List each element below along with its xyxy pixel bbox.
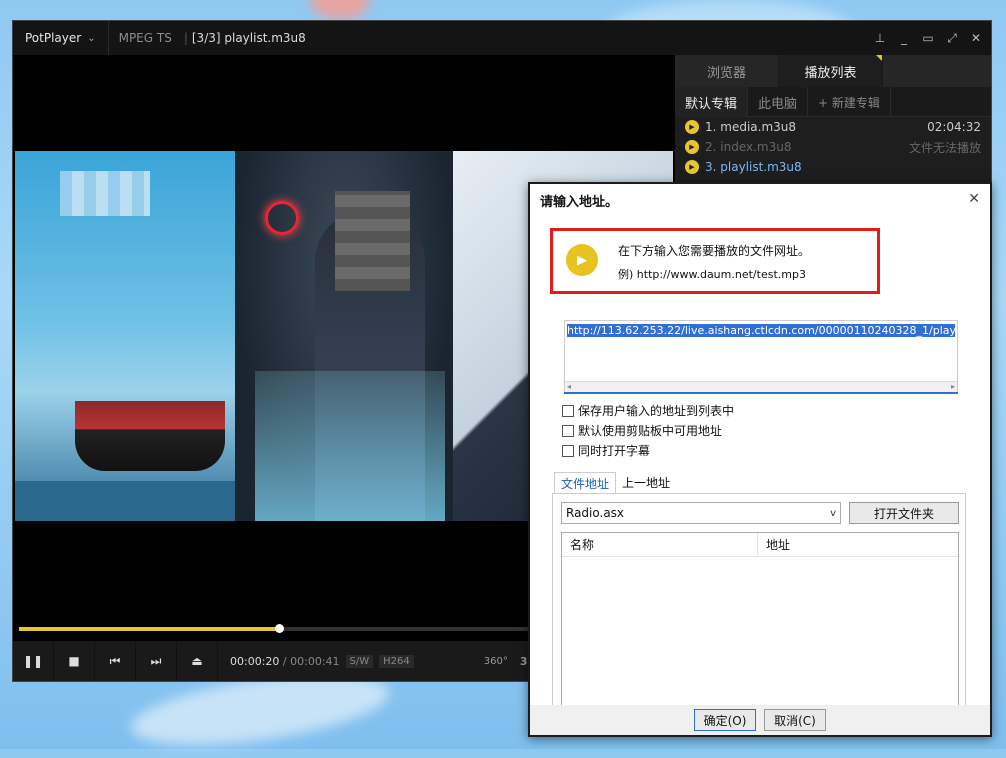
stop-icon: ■ <box>68 654 80 668</box>
fullscreen-icon[interactable]: ⤢ <box>945 31 959 46</box>
window-title: [3/3] playlist.m3u8 <box>191 31 306 45</box>
column-address[interactable]: 地址 <box>758 533 798 556</box>
checkbox-label: 保存用户输入的地址到列表中 <box>578 404 735 418</box>
url-input[interactable]: http://113.62.253.22/live.aishang.ctlcdn… <box>564 320 958 394</box>
album-tabs: 默认专辑 此电脑 + 新建专辑 <box>675 87 991 117</box>
playlist-item[interactable]: ▶ 2. index.m3u8 文件无法播放 <box>675 137 991 157</box>
time-current: 00:00:20 <box>230 654 280 668</box>
cargo-ship <box>75 401 225 471</box>
decoder-badge[interactable]: S/W <box>345 654 374 668</box>
codec-badge[interactable]: H264 <box>379 654 414 668</box>
list-header: 名称 地址 <box>562 533 958 557</box>
window-controls: ⊥ _ ▭ ⤢ ✕ <box>873 21 983 55</box>
playlist-item-name: 2. index.m3u8 <box>705 140 792 154</box>
seek-bar[interactable] <box>19 624 539 633</box>
title-separator: | <box>183 31 188 45</box>
vr-360-button[interactable]: 360° <box>484 656 508 667</box>
chevron-down-icon: ⌄ <box>87 32 96 44</box>
video-scene-port <box>15 151 235 521</box>
tab-playlist[interactable]: 播放列表 <box>779 55 883 87</box>
select-value: Radio.asx <box>566 506 625 520</box>
water <box>15 481 235 521</box>
red-logo-icon <box>265 201 299 235</box>
time-total: 00:00:41 <box>290 654 340 668</box>
minimize-icon[interactable]: _ <box>897 31 911 45</box>
close-icon[interactable]: ✕ <box>969 31 983 45</box>
skip-back-icon: ⏮ <box>109 653 121 668</box>
seek-handle[interactable] <box>275 624 284 633</box>
playlist-item-name: 1. media.m3u8 <box>705 120 797 134</box>
cancel-button[interactable]: 取消(C) <box>764 709 826 731</box>
hint-example: 例) http://www.daum.net/test.mp3 <box>618 268 806 281</box>
play-icon: ▶ <box>685 160 699 174</box>
stop-button[interactable]: ■ <box>54 641 95 681</box>
pause-icon: ❚❚ <box>22 654 44 668</box>
play-icon: ▶ <box>566 244 598 276</box>
tab-default-album[interactable]: 默认专辑 <box>675 87 749 117</box>
open-folder-button[interactable]: 打开文件夹 <box>849 502 959 524</box>
checkbox-box[interactable] <box>562 404 574 417</box>
save-to-list-checkbox[interactable]: 保存用户输入的地址到列表中 <box>562 402 734 419</box>
brand-label: PotPlayer <box>25 31 82 45</box>
checkbox-label: 同时打开字幕 <box>578 444 651 458</box>
tab-browser[interactable]: 浏览器 <box>675 55 779 87</box>
format-label: MPEG TS <box>118 31 172 45</box>
close-icon[interactable]: ✕ <box>968 191 980 207</box>
chevron-down-icon[interactable]: v <box>830 508 836 519</box>
previous-button[interactable]: ⏮ <box>95 641 136 681</box>
ok-button[interactable]: 确定(O) <box>694 709 756 731</box>
open-url-dialog: 请输入地址。 ✕ ▶ 在下方输入您需要播放的文件网址。 例) http://ww… <box>528 182 992 737</box>
tab-previous-address[interactable]: 上一地址 <box>616 472 676 495</box>
open-button[interactable]: ⏏ <box>177 641 218 681</box>
title-bar: PotPlayer ⌄ MPEG TS | [3/3] playlist.m3u… <box>13 21 991 55</box>
video-scene-presenter <box>235 151 453 521</box>
scroll-right-icon[interactable]: ▸ <box>951 382 955 391</box>
pixelated-area <box>60 171 150 216</box>
playlist-panel: 浏览器 播放列表 默认专辑 此电脑 + 新建专辑 ▶ 1. media.m3u8… <box>675 55 991 185</box>
address-list[interactable]: 名称 地址 <box>561 532 959 720</box>
dialog-header: 请输入地址。 ✕ <box>530 184 990 216</box>
dialog-title: 请输入地址。 <box>540 194 619 210</box>
highlight-box <box>550 228 880 294</box>
maximize-icon[interactable]: ▭ <box>921 31 935 45</box>
panel-tabs: 浏览器 播放列表 <box>675 55 991 87</box>
time-separator: / <box>282 654 287 668</box>
brand-menu[interactable]: PotPlayer ⌄ <box>13 21 109 55</box>
file-select[interactable]: Radio.asx v <box>561 502 841 524</box>
open-subtitle-checkbox[interactable]: 同时打开字幕 <box>562 442 650 459</box>
dialog-footer: 确定(O) 取消(C) <box>530 705 990 735</box>
tab-file-address[interactable]: 文件地址 <box>554 472 617 495</box>
time-display: 00:00:20 / 00:00:41 <box>230 655 340 668</box>
column-name[interactable]: 名称 <box>562 533 758 556</box>
background-decoration <box>310 0 370 20</box>
checkbox-box[interactable] <box>562 444 574 457</box>
playlist-item[interactable]: ▶ 3. playlist.m3u8 <box>675 157 991 177</box>
hint-text: 在下方输入您需要播放的文件网址。 <box>618 244 811 258</box>
tab-panel: Radio.asx v 打开文件夹 名称 地址 <box>552 493 966 725</box>
dialog-body: ▶ 在下方输入您需要播放的文件网址。 例) http://www.daum.ne… <box>530 216 990 735</box>
checkbox-box[interactable] <box>562 424 574 437</box>
eject-icon: ⏏ <box>191 654 203 668</box>
hologram-city <box>255 371 445 521</box>
seek-progress <box>19 627 279 631</box>
playlist-item[interactable]: ▶ 1. media.m3u8 02:04:32 <box>675 117 991 137</box>
tab-this-pc[interactable]: 此电脑 <box>748 87 809 117</box>
play-icon: ▶ <box>685 140 699 154</box>
skip-forward-icon: ⏭ <box>150 653 162 668</box>
url-value[interactable]: http://113.62.253.22/live.aishang.ctlcdn… <box>567 324 955 337</box>
playlist-item-status: 文件无法播放 <box>908 140 981 155</box>
playlist-item-duration: 02:04:32 <box>927 120 981 134</box>
use-clipboard-checkbox[interactable]: 默认使用剪贴板中可用地址 <box>562 422 722 439</box>
play-icon: ▶ <box>685 120 699 134</box>
dialog-tabs: 文件地址 上一地址 <box>554 472 676 495</box>
scroll-left-icon[interactable]: ◂ <box>567 382 571 391</box>
pause-button[interactable]: ❚❚ <box>13 641 54 681</box>
input-focus-bar <box>564 392 958 394</box>
playlist-item-name: 3. playlist.m3u8 <box>705 160 802 174</box>
new-album-button[interactable]: + 新建专辑 <box>808 87 891 117</box>
checkbox-label: 默认使用剪贴板中可用地址 <box>578 424 723 438</box>
next-button[interactable]: ⏭ <box>136 641 177 681</box>
pixelated-face <box>335 191 410 291</box>
pin-icon[interactable]: ⊥ <box>873 31 887 45</box>
